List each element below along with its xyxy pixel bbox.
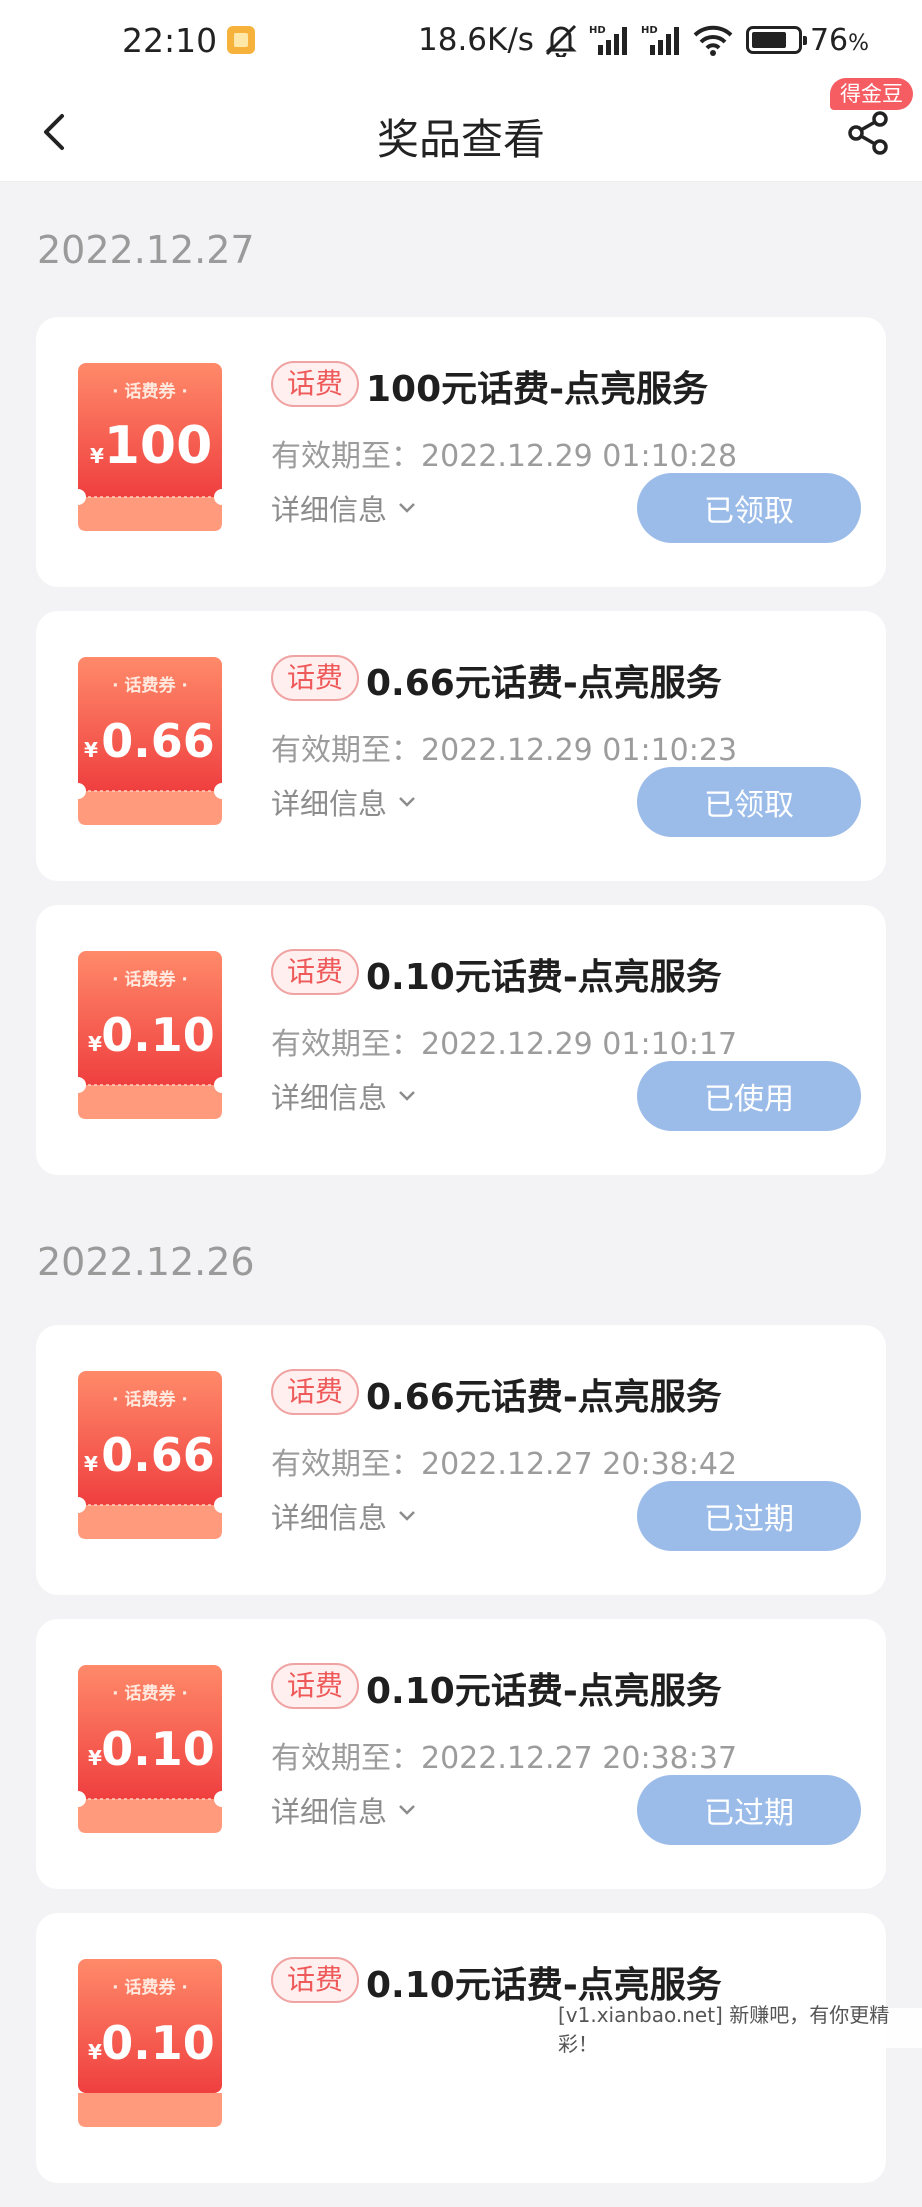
status-button[interactable]: 已过期 <box>637 1775 861 1845</box>
network-speed: 18.6K/s <box>418 22 534 58</box>
coupon-currency: ¥ <box>88 1032 102 1056</box>
prize-card: · 话费券 · ¥ 0.10 话费 0.10元话费-点亮服务 <box>36 1913 886 2183</box>
expiry-text: 有效期至：2022.12.29 01:10:23 <box>271 733 738 768</box>
chevron-down-icon <box>399 1091 415 1101</box>
coupon-label: · 话费券 · <box>112 1683 188 1704</box>
earn-beans-badge[interactable]: 得金豆 <box>830 78 913 110</box>
prize-card: · 话费券 · ¥ 0.66 话费 0.66元话费-点亮服务 有效期至：2022… <box>36 611 886 881</box>
coupon-label: · 话费券 · <box>112 381 188 402</box>
coupon-currency: ¥ <box>88 1746 102 1770</box>
signal-hd-1-icon: HD <box>589 25 627 55</box>
share-icon[interactable] <box>846 110 892 156</box>
mute-bell-icon <box>545 24 577 57</box>
svg-text:HD: HD <box>641 25 658 36</box>
category-tag: 话费 <box>271 1369 360 1415</box>
prize-title: 0.10元话费-点亮服务 <box>366 957 722 998</box>
prize-list[interactable]: 2022.12.27 · 话费券 · ¥ 100 话费 100元话费-点亮服务 … <box>0 183 922 2207</box>
phone-credit-coupon-icon: · 话费券 · ¥ 100 <box>78 363 222 531</box>
details-toggle[interactable]: 详细信息 <box>271 781 417 823</box>
expiry-text: 有效期至：2022.12.27 20:38:37 <box>271 1741 738 1776</box>
prize-card: · 话费券 · ¥ 100 话费 100元话费-点亮服务 有效期至：2022.1… <box>36 317 886 587</box>
prize-card: · 话费券 · ¥ 0.66 话费 0.66元话费-点亮服务 有效期至：2022… <box>36 1325 886 1595</box>
details-toggle[interactable]: 详细信息 <box>271 1495 417 1537</box>
notification-app-icon <box>227 26 256 54</box>
expiry-text: 有效期至：2022.12.29 01:10:28 <box>271 439 738 474</box>
coupon-currency: ¥ <box>88 2040 102 2064</box>
chevron-down-icon <box>399 1805 415 1815</box>
chevron-down-icon <box>399 797 415 807</box>
expiry-text: 有效期至：2022.12.27 20:38:42 <box>271 1447 738 1482</box>
category-tag: 话费 <box>271 1957 360 2003</box>
status-button[interactable]: 已领取 <box>637 473 861 543</box>
details-toggle[interactable]: 详细信息 <box>271 1789 417 1831</box>
coupon-amount: 0.10 <box>101 1008 215 1062</box>
date-header: 2022.12.27 <box>37 228 255 272</box>
coupon-amount: 0.10 <box>101 2016 215 2070</box>
page-title: 奖品查看 <box>376 115 545 164</box>
prize-title: 100元话费-点亮服务 <box>366 369 709 410</box>
coupon-label: · 话费券 · <box>112 675 188 696</box>
coupon-currency: ¥ <box>84 738 98 762</box>
status-button[interactable]: 已过期 <box>637 1481 861 1551</box>
coupon-label: · 话费券 · <box>112 1389 188 1410</box>
category-tag: 话费 <box>271 949 360 995</box>
watermark: [v1.xianbao.net] 新赚吧，有你更精彩！ <box>550 2003 922 2056</box>
coupon-label: · 话费券 · <box>112 1977 188 1998</box>
status-bar: 22:10 18.6K/s HD HD 76% <box>0 0 922 80</box>
prize-title: 0.66元话费-点亮服务 <box>366 663 722 704</box>
battery-percent: 76% <box>809 22 870 58</box>
prize-card: · 话费券 · ¥ 0.10 话费 0.10元话费-点亮服务 有效期至：2022… <box>36 1619 886 1889</box>
coupon-label: · 话费券 · <box>112 969 188 990</box>
prize-title: 0.10元话费-点亮服务 <box>366 1671 722 1712</box>
wifi-icon <box>693 25 733 56</box>
coupon-currency: ¥ <box>84 1452 98 1476</box>
chevron-down-icon <box>399 1511 415 1521</box>
coupon-amount: 0.66 <box>101 1428 215 1482</box>
category-tag: 话费 <box>271 655 360 701</box>
coupon-currency: ¥ <box>90 444 104 468</box>
expiry-text: 有效期至：2022.12.29 01:10:17 <box>271 1027 738 1062</box>
status-button[interactable]: 已使用 <box>637 1061 861 1131</box>
nav-bar: 奖品查看 得金豆 <box>0 78 922 182</box>
svg-text:HD: HD <box>589 25 606 36</box>
signal-hd-2-icon: HD <box>641 25 679 55</box>
phone-credit-coupon-icon: · 话费券 · ¥ 0.66 <box>78 1371 222 1539</box>
date-header: 2022.12.26 <box>37 1240 255 1284</box>
category-tag: 话费 <box>271 1663 360 1709</box>
status-button[interactable]: 已领取 <box>637 767 861 837</box>
chevron-down-icon <box>399 503 415 513</box>
prize-title: 0.66元话费-点亮服务 <box>366 1377 722 1418</box>
category-tag: 话费 <box>271 361 360 407</box>
status-time: 22:10 <box>122 20 218 60</box>
coupon-amount: 0.66 <box>101 714 215 768</box>
battery-icon <box>745 26 807 54</box>
details-toggle[interactable]: 详细信息 <box>271 487 417 529</box>
phone-credit-coupon-icon: · 话费券 · ¥ 0.66 <box>78 657 222 825</box>
status-right-group: 18.6K/s HD HD 76% <box>418 0 869 80</box>
coupon-amount: 100 <box>104 416 213 476</box>
prize-card: · 话费券 · ¥ 0.10 话费 0.10元话费-点亮服务 有效期至：2022… <box>36 905 886 1175</box>
phone-credit-coupon-icon: · 话费券 · ¥ 0.10 <box>78 951 222 1119</box>
phone-credit-coupon-icon: · 话费券 · ¥ 0.10 <box>78 1959 222 2127</box>
details-toggle[interactable]: 详细信息 <box>271 1075 417 1117</box>
coupon-amount: 0.10 <box>101 1722 215 1776</box>
phone-credit-coupon-icon: · 话费券 · ¥ 0.10 <box>78 1665 222 1833</box>
